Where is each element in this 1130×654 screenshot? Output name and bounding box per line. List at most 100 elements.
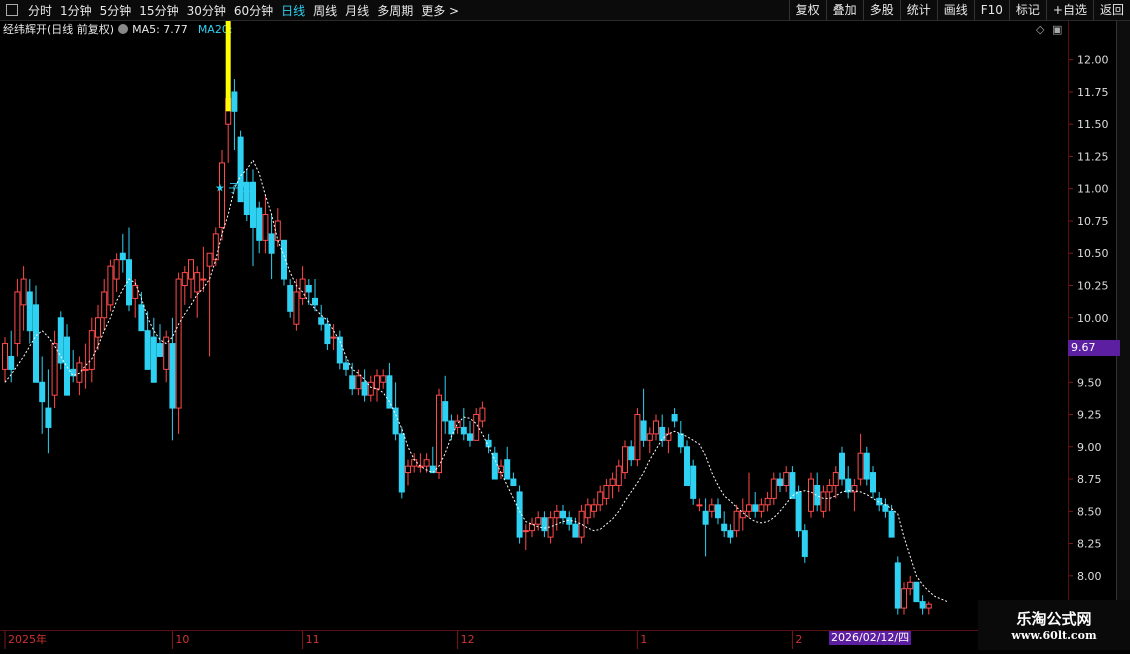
candle xyxy=(845,466,852,499)
candle xyxy=(126,227,132,312)
candle-body xyxy=(659,426,666,441)
candle xyxy=(801,524,808,563)
toolbar-button-5[interactable]: F10 xyxy=(973,0,1009,20)
toolbar-button-0[interactable]: 复权 xyxy=(788,0,826,20)
candle-body xyxy=(591,504,597,512)
tab-period-9[interactable]: 多周期 xyxy=(373,2,417,19)
tab-period-7[interactable]: 周线 xyxy=(309,2,341,19)
candle-body xyxy=(343,362,349,370)
candle-body xyxy=(702,510,709,525)
candle-body xyxy=(560,510,566,519)
candle-body xyxy=(175,278,182,409)
toolbar-button-8[interactable]: 返回 xyxy=(1092,0,1130,20)
date-axis-ticks: 2025年 10 11 12 1 2 xyxy=(4,631,802,649)
tab-period-8[interactable]: 月线 xyxy=(341,2,373,19)
candle-body xyxy=(268,233,275,254)
candle-body xyxy=(113,259,120,280)
candle-body xyxy=(26,291,33,332)
candle-body xyxy=(150,336,157,383)
candlestick-chart[interactable]: ★ 子龙 xyxy=(0,21,1068,630)
tab-period-0[interactable]: 分时 xyxy=(24,2,56,19)
candle xyxy=(473,408,480,441)
candle xyxy=(268,214,275,280)
candle xyxy=(535,511,542,531)
price-axis-ticks: 7.758.008.258.508.759.009.259.509.7510.0… xyxy=(1069,54,1109,615)
candle-body xyxy=(460,426,467,435)
candle xyxy=(863,446,870,486)
candle xyxy=(212,227,219,267)
panel-toggle-icon[interactable] xyxy=(6,4,18,16)
candle-body xyxy=(188,259,194,280)
candle-body xyxy=(870,472,876,493)
price-axis: 7.758.008.258.508.759.009.259.509.7510.0… xyxy=(1068,21,1117,630)
tab-period-10[interactable]: 更多 > xyxy=(417,2,463,19)
candle-body xyxy=(374,375,380,390)
right-side-panel[interactable] xyxy=(1116,21,1130,630)
candle xyxy=(95,304,101,351)
y-tick-label: 10.25 xyxy=(1077,280,1109,293)
y-tick-label: 9.00 xyxy=(1077,441,1102,454)
tab-period-2[interactable]: 5分钟 xyxy=(96,2,136,19)
candle-body xyxy=(578,510,585,538)
y-tick-label: 8.50 xyxy=(1077,505,1102,518)
cursor-date-tag: 2026/02/12/四 xyxy=(829,631,912,645)
candle-body xyxy=(442,401,449,422)
candle xyxy=(380,369,387,389)
candle xyxy=(808,472,814,518)
candle-body xyxy=(349,375,356,390)
tab-period-6[interactable]: 日线 xyxy=(277,2,309,19)
candle-body xyxy=(882,504,889,512)
candle xyxy=(715,498,721,525)
candle-body xyxy=(361,381,368,396)
toolbar-button-7[interactable]: +自选 xyxy=(1045,0,1093,20)
candle xyxy=(839,446,845,486)
y-tick-label: 10.50 xyxy=(1077,247,1109,260)
candle xyxy=(907,575,914,596)
candle xyxy=(454,414,461,434)
candle xyxy=(169,317,176,441)
y-tick-label: 10.75 xyxy=(1077,215,1109,228)
candle xyxy=(603,479,610,505)
watermark: 乐淘公式网 www.60lt.com xyxy=(978,600,1130,650)
candle-body xyxy=(634,414,641,461)
candle-body xyxy=(795,491,802,532)
toolbar-button-2[interactable]: 多股 xyxy=(862,0,900,20)
candle xyxy=(442,375,449,434)
candle xyxy=(305,279,312,305)
candle xyxy=(597,485,604,512)
candle xyxy=(851,479,858,512)
candle xyxy=(336,330,343,370)
candle xyxy=(653,414,659,441)
candle-body xyxy=(45,407,52,428)
candle xyxy=(640,388,647,447)
candle-body xyxy=(715,504,721,519)
candle-body xyxy=(584,504,591,519)
candle-body xyxy=(553,510,560,519)
signal-annotation: ★ 子龙 xyxy=(215,181,250,194)
candle-body xyxy=(144,330,151,370)
candle xyxy=(733,504,740,538)
toolbar-button-6[interactable]: 标记 xyxy=(1008,0,1046,20)
candle xyxy=(541,511,548,538)
tab-period-5[interactable]: 60分钟 xyxy=(230,2,277,19)
candle-body xyxy=(200,278,207,281)
candle xyxy=(355,369,362,396)
candle-body xyxy=(901,588,907,609)
toolbar-button-3[interactable]: 统计 xyxy=(899,0,937,20)
tab-period-3[interactable]: 15分钟 xyxy=(135,2,182,19)
y-tick-label: 12.00 xyxy=(1077,54,1109,67)
tab-period-4[interactable]: 30分钟 xyxy=(183,2,230,19)
candle-body xyxy=(888,510,895,538)
candle xyxy=(262,195,269,254)
candle-body xyxy=(20,278,27,306)
candle xyxy=(57,311,64,370)
candle-body xyxy=(355,375,362,390)
candle-body xyxy=(777,478,783,486)
candle-body xyxy=(293,291,300,325)
toolbar-button-4[interactable]: 画线 xyxy=(936,0,974,20)
candle xyxy=(293,279,300,331)
tab-period-1[interactable]: 1分钟 xyxy=(56,2,96,19)
candle xyxy=(343,356,349,376)
candle xyxy=(584,498,591,525)
toolbar-button-1[interactable]: 叠加 xyxy=(825,0,863,20)
